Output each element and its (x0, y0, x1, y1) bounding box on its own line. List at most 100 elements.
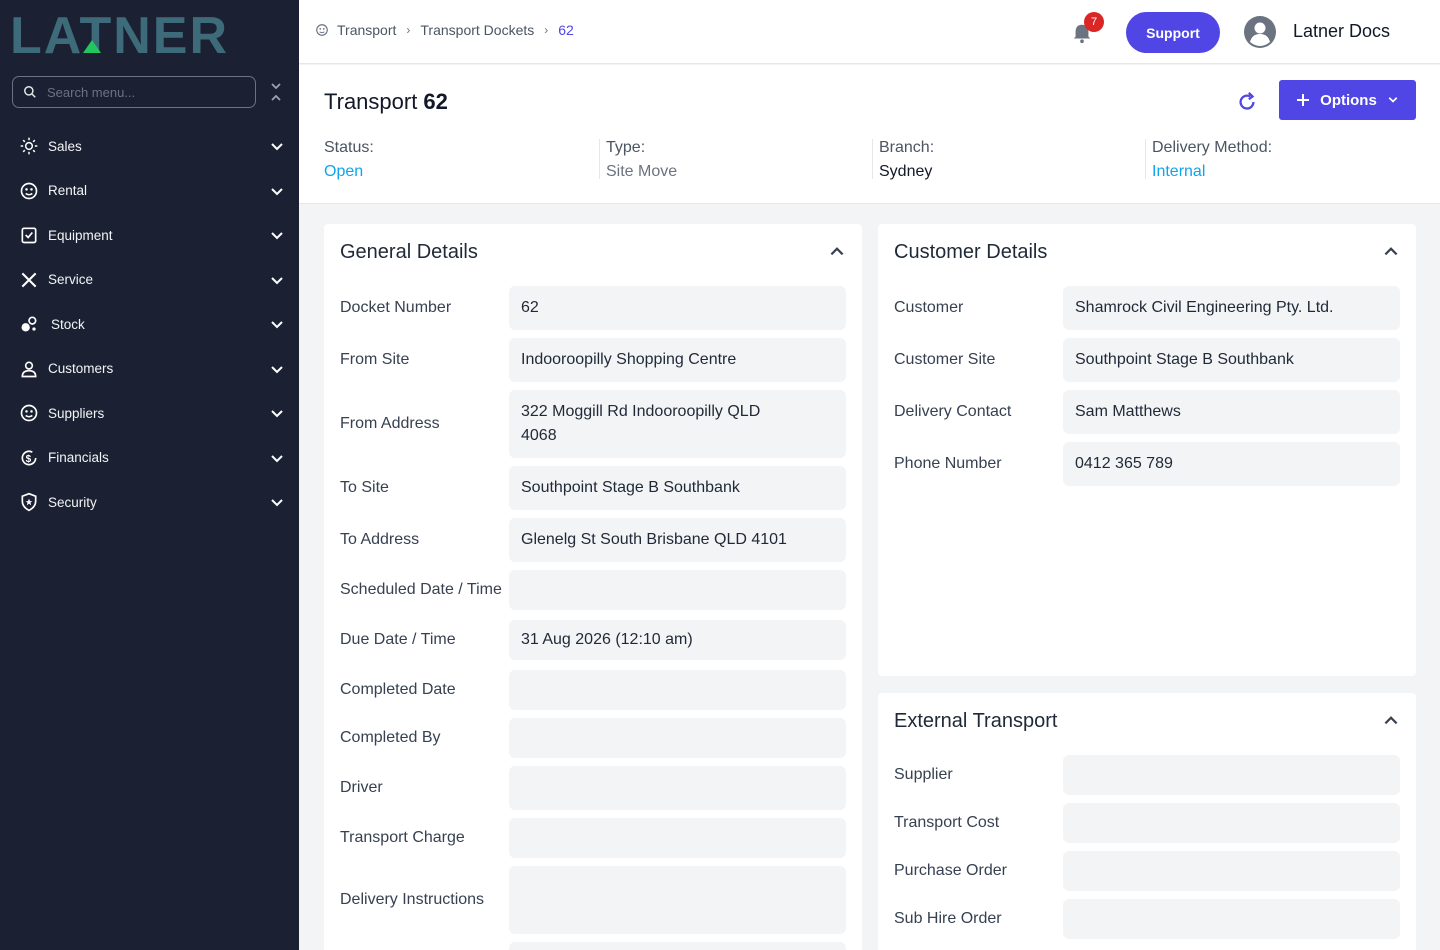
field-label: To Site (340, 479, 389, 496)
options-button[interactable]: Options (1279, 80, 1416, 120)
branch-value: Sydney (879, 163, 933, 180)
field-transport-cost: Transport Cost (894, 803, 1400, 843)
sidebar-item-label: Customers (48, 361, 114, 377)
field-from-site: From Site Indooroopilly Shopping Centre (340, 338, 846, 382)
transport-icon (316, 24, 328, 36)
chevron-down-icon (271, 410, 283, 418)
refresh-icon[interactable] (1236, 91, 1258, 113)
support-button[interactable]: Support (1126, 12, 1220, 53)
sidebar-search (12, 76, 256, 108)
sidebar-item-label: Financials (48, 450, 109, 466)
field-docket-number: Docket Number 62 (340, 286, 846, 330)
search-menu-input[interactable] (47, 84, 237, 100)
breadcrumb-current: 62 (558, 22, 574, 38)
options-label: Options (1320, 91, 1377, 109)
sidebar-item-stock[interactable]: Stock (0, 302, 299, 347)
service-icon (18, 269, 40, 291)
sidebar-item-service[interactable]: Service (0, 258, 299, 303)
latner-logo[interactable]: LATNER (10, 10, 282, 58)
card-title: Customer Details (894, 241, 1048, 263)
sidebar-item-financials[interactable]: $ Financials (0, 436, 299, 481)
field-label: Delivery Contact (894, 403, 1012, 420)
field-label: Completed By (340, 729, 441, 746)
page-header: Transport 62 Options Status: Open Type: S… (299, 65, 1440, 204)
shield-icon (18, 491, 40, 513)
status-field: Status: Open (324, 139, 374, 181)
field-value: Shamrock Civil Engineering Pty. Ltd. (1063, 286, 1400, 330)
field-sub-hire-order: Sub Hire Order (894, 899, 1400, 939)
search-icon (24, 86, 36, 98)
card-title: External Transport (894, 710, 1058, 732)
card-title: General Details (340, 241, 478, 263)
field-label: Phone Number (894, 455, 1002, 472)
field-value: 322 Moggill Rd Indooroopilly QLD 4068 (509, 390, 846, 458)
delivery-method-field: Delivery Method: Internal (1145, 139, 1272, 180)
sidebar-item-equipment[interactable]: Equipment (0, 213, 299, 258)
type-value: Site Move (606, 163, 678, 180)
sidebar-item-suppliers[interactable]: Suppliers (0, 391, 299, 436)
field-completed-by: Completed By (340, 718, 846, 758)
field-label: Transport Cost (894, 814, 1000, 831)
field-value: 31 Aug 2026 (12:10 am) (509, 620, 846, 660)
chevron-up-icon[interactable] (1382, 242, 1400, 260)
sidebar-item-label: Suppliers (48, 405, 105, 421)
delivery-method-value: Internal (1152, 163, 1206, 180)
field-value (509, 818, 846, 858)
suppliers-icon (18, 402, 40, 424)
chevron-right-icon: › (544, 23, 549, 37)
field-phone-number: Phone Number 0412 365 789 (894, 442, 1400, 486)
plus-icon (1297, 94, 1310, 106)
user-name[interactable]: Latner Docs (1293, 21, 1390, 42)
page-title: Transport 62 (324, 89, 448, 115)
sidebar-item-label: Stock (51, 316, 85, 332)
chevron-up-icon[interactable] (1382, 711, 1400, 729)
chevron-down-icon (271, 499, 283, 507)
field-value: Indooroopilly Shopping Centre (509, 338, 846, 382)
field-value (509, 942, 846, 950)
field-label: Customer (894, 299, 964, 316)
field-label: Scheduled Date / Time (340, 581, 502, 598)
sidebar: LATNER Sales Rental Equipment Service (0, 0, 299, 950)
sidebar-item-security[interactable]: Security (0, 480, 299, 525)
equipment-icon (18, 224, 40, 246)
chevron-up-icon[interactable] (828, 242, 846, 260)
customers-icon (18, 358, 40, 380)
breadcrumb-transport[interactable]: Transport (337, 22, 396, 38)
field-value: Sam Matthews (1063, 390, 1400, 434)
collapse-menu-button[interactable] (266, 80, 286, 104)
field-label: To Address (340, 531, 420, 548)
rental-icon (18, 180, 40, 202)
sidebar-item-label: Security (48, 494, 97, 510)
chevron-down-icon (271, 232, 283, 240)
field-scheduled-date: Scheduled Date / Time (340, 570, 846, 610)
field-label: Supplier (894, 766, 953, 783)
field-label: From Site (340, 351, 410, 368)
breadcrumb-transport-dockets[interactable]: Transport Dockets (420, 22, 534, 38)
avatar[interactable] (1244, 16, 1276, 48)
field-label: Completed Date (340, 681, 456, 698)
sidebar-nav: Sales Rental Equipment Service Stock Cus… (0, 124, 299, 525)
field-value: Southpoint Stage B Southbank (1063, 338, 1400, 382)
sidebar-item-rental[interactable]: Rental (0, 169, 299, 214)
field-delivery-contact: Delivery Contact Sam Matthews (894, 390, 1400, 434)
field-label: Sub Hire Order (894, 910, 1002, 927)
field-next (340, 942, 846, 950)
field-value (509, 866, 846, 934)
sidebar-item-sales[interactable]: Sales (0, 124, 299, 169)
chevron-down-icon (271, 321, 283, 329)
field-value (509, 766, 846, 810)
chevron-down-icon (271, 143, 283, 151)
sidebar-item-customers[interactable]: Customers (0, 347, 299, 392)
field-label: Transport Charge (340, 829, 465, 846)
sidebar-item-label: Equipment (48, 227, 113, 243)
field-value (1063, 755, 1400, 795)
field-driver: Driver (340, 766, 846, 810)
field-value (509, 718, 846, 758)
chevron-right-icon: › (406, 23, 411, 37)
general-details-card: General Details Docket Number 62 From Si… (324, 224, 862, 950)
field-label: From Address (340, 415, 440, 432)
top-header: Transport › Transport Dockets › 62 7 Sup… (299, 0, 1440, 64)
chevron-down-icon (271, 277, 283, 285)
logo-text: LATNER (10, 10, 229, 58)
branch-label: Branch: (879, 139, 935, 156)
